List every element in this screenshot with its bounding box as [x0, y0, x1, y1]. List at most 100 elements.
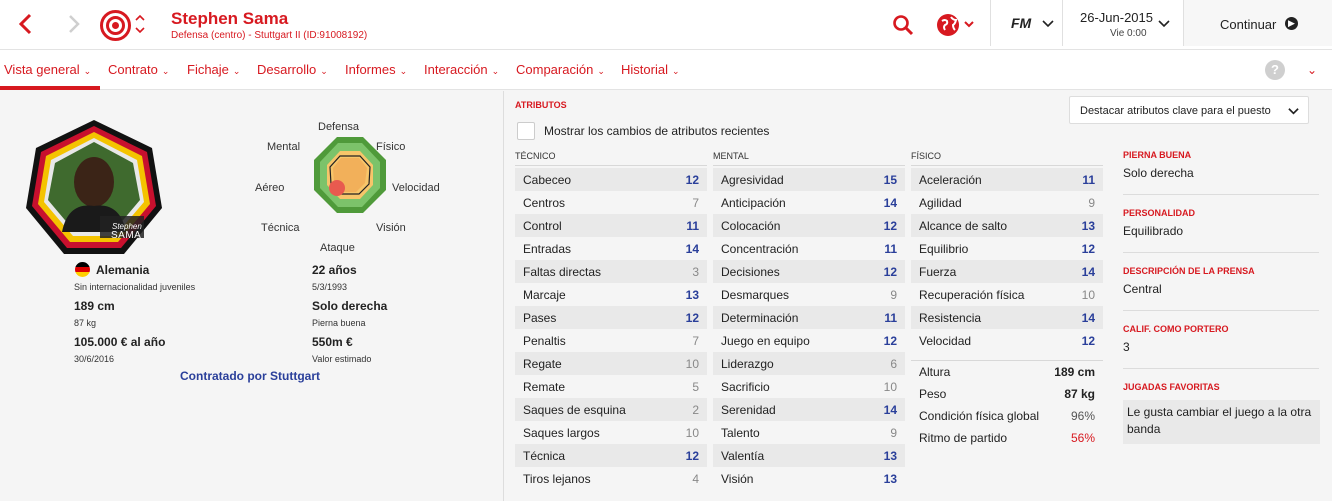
attribute-value: 2 [692, 402, 699, 417]
chevron-down-icon [1288, 108, 1299, 115]
technical-attribute-row[interactable]: Faltas directas 3 [515, 260, 707, 283]
attribute-value: 9 [1088, 195, 1095, 210]
physical-attribute-row[interactable]: Velocidad 12 [911, 329, 1103, 352]
mental-attribute-row[interactable]: Liderazgo 6 [713, 352, 905, 375]
mental-attribute-row[interactable]: Sacrificio 10 [713, 375, 905, 398]
mental-attribute-row[interactable]: Colocación 12 [713, 214, 905, 237]
attribute-value: 10 [1081, 287, 1095, 302]
radar-label-fisico: Físico [376, 141, 406, 153]
attribute-name: Sacrificio [721, 379, 770, 394]
physical-attribute-row[interactable]: Recuperación física 10 [911, 283, 1103, 306]
attribute-name: Liderazgo [721, 356, 774, 371]
help-icon[interactable]: ? [1265, 60, 1285, 80]
chevron-down-icon[interactable] [1042, 18, 1054, 30]
game-date[interactable]: 26-Jun-2015 [1080, 10, 1153, 25]
technical-header: TÉCNICO [515, 151, 556, 161]
technical-attribute-row[interactable]: Regate 10 [515, 352, 707, 375]
menu-comparacion[interactable]: Comparación ⌄ [516, 62, 605, 77]
radar-label-defensa: Defensa [318, 121, 359, 133]
menu-fichaje[interactable]: Fichaje ⌄ [187, 62, 240, 77]
attribute-name: Faltas directas [523, 264, 602, 279]
player-portrait [26, 120, 162, 254]
press-description-value: Central [1123, 282, 1162, 296]
personality-block: PERSONALIDAD Equilibrado [1123, 208, 1319, 238]
mental-attribute-row[interactable]: Desmarques 9 [713, 283, 905, 306]
physical-attribute-row[interactable]: Alcance de salto 13 [911, 214, 1103, 237]
mental-attribute-row[interactable]: Anticipación 14 [713, 191, 905, 214]
back-arrow-icon[interactable] [14, 12, 38, 36]
menu-informes[interactable]: Informes ⌄ [345, 62, 407, 77]
attribute-name: Recuperación física [919, 287, 1025, 302]
attribute-name: Penaltis [523, 333, 566, 348]
attribute-name: Equilibrio [919, 241, 969, 256]
technical-attribute-row[interactable]: Pases 12 [515, 306, 707, 329]
show-changes-checkbox[interactable] [517, 122, 535, 140]
technical-attribute-row[interactable]: Saques largos 10 [515, 421, 707, 444]
mental-attribute-row[interactable]: Talento 9 [713, 421, 905, 444]
technical-attribute-row[interactable]: Control 11 [515, 214, 707, 237]
physical-attribute-row[interactable]: Agilidad 9 [911, 191, 1103, 214]
attribute-value: 11 [884, 241, 897, 256]
continue-button[interactable]: Continuar ▶ [1183, 0, 1332, 46]
search-icon[interactable] [892, 14, 914, 36]
menu-vista-general[interactable]: Vista general ⌄ [4, 62, 91, 77]
technical-attribute-row[interactable]: Saques de esquina 2 [515, 398, 707, 421]
fm-logo[interactable]: FM [1011, 15, 1031, 31]
weight: 87 kg [74, 318, 97, 328]
club-logo-icon[interactable] [100, 10, 131, 41]
player-subtitle[interactable]: Defensa (centro) - Stuttgart II (ID:9100… [171, 30, 367, 41]
mental-attribute-row[interactable]: Valentía 13 [713, 444, 905, 467]
attribute-value: 13 [883, 471, 897, 486]
technical-attribute-row[interactable]: Penaltis 7 [515, 329, 707, 352]
show-changes-label[interactable]: Mostrar los cambios de atributos recient… [544, 124, 769, 138]
attribute-value: 9 [890, 287, 897, 302]
mental-attribute-row[interactable]: Serenidad 14 [713, 398, 905, 421]
globe-icon[interactable] [936, 13, 976, 37]
radar-label-aereo: Aéreo [255, 182, 285, 194]
physical-attribute-row[interactable]: Aceleración 11 [911, 168, 1103, 191]
technical-attribute-row[interactable]: Centros 7 [515, 191, 707, 214]
forward-arrow-icon[interactable] [62, 12, 86, 36]
technical-attribute-row[interactable]: Técnica 12 [515, 444, 707, 467]
nationality[interactable]: Alemania [96, 263, 149, 277]
menu-contrato[interactable]: Contrato ⌄ [108, 62, 169, 77]
attribute-value: 14 [1081, 310, 1095, 325]
up-down-chevron-icon[interactable] [134, 12, 146, 36]
menu-historial[interactable]: Historial ⌄ [621, 62, 680, 77]
menu-desarrollo[interactable]: Desarrollo ⌄ [257, 62, 328, 77]
attribute-name: Saques de esquina [523, 402, 626, 417]
attribute-name: Colocación [721, 218, 781, 233]
technical-attribute-row[interactable]: Tiros lejanos 4 [515, 467, 707, 490]
attribute-name: Decisiones [721, 264, 780, 279]
attributes-title: ATRIBUTOS [515, 100, 567, 110]
personality-value: Equilibrado [1123, 224, 1184, 238]
radar-label-velocidad: Velocidad [392, 182, 440, 194]
mental-attribute-row[interactable]: Juego en equipo 12 [713, 329, 905, 352]
attribute-value: 7 [692, 333, 699, 348]
menu-interaccion[interactable]: Interacción ⌄ [424, 62, 499, 77]
mental-attribute-row[interactable]: Visión 13 [713, 467, 905, 490]
radar-label-tecnica: Técnica [261, 222, 300, 234]
attribute-value: 9 [890, 425, 897, 440]
mental-attribute-row[interactable]: Concentración 11 [713, 237, 905, 260]
technical-attribute-row[interactable]: Entradas 14 [515, 237, 707, 260]
physical-attribute-row[interactable]: Equilibrio 12 [911, 237, 1103, 260]
header-divider [990, 0, 991, 46]
contracted-by-link[interactable]: Contratado por Stuttgart [180, 369, 320, 383]
chevron-down-icon[interactable]: ⌄ [1307, 63, 1317, 77]
attribute-name: Desmarques [721, 287, 790, 302]
physical-attribute-row[interactable]: Fuerza 14 [911, 260, 1103, 283]
mental-attribute-row[interactable]: Decisiones 12 [713, 260, 905, 283]
chevron-down-icon[interactable] [1158, 18, 1170, 30]
mental-attribute-row[interactable]: Determinación 11 [713, 306, 905, 329]
attribute-name: Agresividad [721, 172, 784, 187]
measurement-value: 87 kg [1064, 387, 1095, 401]
technical-attribute-row[interactable]: Marcaje 13 [515, 283, 707, 306]
attribute-name: Concentración [721, 241, 799, 256]
technical-attribute-row[interactable]: Cabeceo 12 [515, 168, 707, 191]
physical-attribute-row[interactable]: Resistencia 14 [911, 306, 1103, 329]
technical-attribute-row[interactable]: Remate 5 [515, 375, 707, 398]
height: 189 cm [74, 299, 115, 313]
highlight-attributes-select[interactable]: Destacar atributos clave para el puesto [1069, 96, 1309, 124]
mental-attribute-row[interactable]: Agresividad 15 [713, 168, 905, 191]
